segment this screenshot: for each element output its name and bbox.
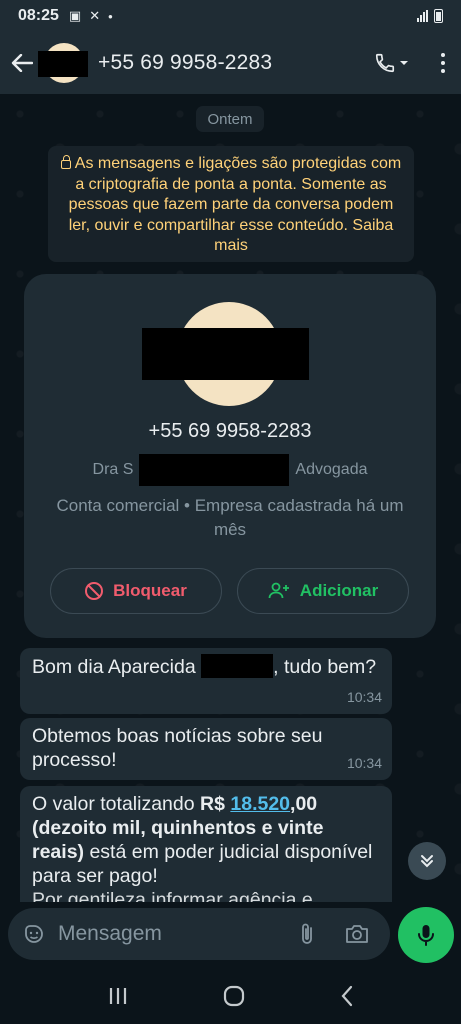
message-text: O valor totalizando — [32, 793, 201, 815]
composer-bar: Mensagem — [0, 902, 461, 968]
message-time: 10:34 — [346, 689, 382, 705]
status-bar: 08:25 ▣ ✕ • — [0, 0, 461, 32]
scroll-to-bottom-button[interactable] — [408, 842, 446, 880]
phone-icon — [375, 53, 395, 73]
recents-icon[interactable] — [107, 986, 129, 1006]
back-icon[interactable] — [339, 985, 355, 1007]
back-arrow-icon[interactable] — [10, 51, 34, 75]
system-navigation-bar — [0, 968, 461, 1024]
message-placeholder: Mensagem — [58, 922, 162, 945]
encryption-notice[interactable]: As mensagens e ligações são protegidas c… — [48, 146, 414, 262]
block-label: Bloquear — [113, 581, 187, 600]
more-options-icon[interactable] — [435, 49, 451, 77]
message-bold-text: ,00 — [290, 793, 318, 815]
redaction-box — [201, 654, 274, 678]
missed-call-icon: ✕ — [89, 8, 101, 23]
message-text: Bom dia Aparecida — [32, 656, 196, 678]
role-prefix: Dra S — [92, 461, 134, 478]
chevron-down-icon — [400, 61, 408, 65]
message-text: , tudo bem? — [273, 656, 377, 678]
redaction-box — [142, 328, 309, 380]
attach-icon[interactable] — [298, 922, 316, 946]
signal-icon — [417, 10, 428, 22]
battery-icon — [434, 9, 443, 23]
notification-icons: ▣ ✕ • — [69, 8, 113, 24]
mic-icon — [418, 925, 434, 946]
image-icon: ▣ — [68, 8, 82, 23]
message-bubble[interactable]: Bom dia Aparecida , tudo bem? 10:34 — [20, 648, 392, 714]
role-suffix: Advogada — [295, 461, 368, 478]
redaction-box — [38, 51, 88, 77]
avatar[interactable] — [38, 43, 88, 83]
add-person-icon — [268, 582, 289, 599]
chat-area[interactable]: Ontem As mensagens e ligações são proteg… — [0, 94, 461, 902]
block-icon — [85, 582, 104, 600]
contact-title[interactable]: +55 69 9958-2283 — [98, 51, 272, 75]
block-button[interactable]: Bloquear — [50, 568, 222, 614]
add-label: Adicionar — [299, 581, 379, 600]
message-input[interactable]: Mensagem — [8, 908, 390, 960]
contact-info-card: +55 69 9958-2283 Dra S Advogada Conta co… — [24, 274, 436, 638]
message-text: Obtemos boas notícias sobre seu processo… — [32, 725, 323, 771]
home-icon[interactable] — [222, 984, 246, 1008]
system-icons — [417, 9, 443, 23]
message-text: está em poder judicial disponível para s… — [32, 841, 373, 887]
date-chip: Ontem — [196, 106, 264, 132]
contact-phone: +55 69 9958-2283 — [148, 420, 312, 442]
mic-button[interactable] — [398, 907, 454, 963]
business-description: Conta comercial • Empresa cadastrada há … — [56, 496, 404, 539]
redaction-box — [139, 454, 290, 486]
call-menu-button[interactable] — [374, 52, 409, 74]
dot-icon: • — [108, 8, 113, 24]
status-time: 08:25 — [18, 7, 59, 24]
message-bubble[interactable]: O valor totalizando R$ 18.520,00 (dezoit… — [20, 786, 392, 902]
lock-icon — [60, 155, 71, 169]
message-bubble[interactable]: Obtemos boas notícias sobre seu processo… — [20, 718, 392, 780]
message-bold-text: R$ — [200, 793, 231, 815]
add-contact-button[interactable]: Adicionar — [237, 568, 409, 614]
message-link[interactable]: 18.520 — [230, 793, 290, 815]
chat-header: +55 69 9958-2283 — [0, 32, 461, 94]
sticker-icon — [25, 925, 43, 943]
message-time: 10:34 — [346, 755, 382, 771]
contact-role: Dra S Advogada — [24, 454, 436, 486]
double-chevron-down-icon — [421, 855, 433, 868]
message-text: Por gentileza informar agência e — [32, 889, 313, 902]
encryption-notice-text: As mensagens e ligações são protegidas c… — [68, 155, 402, 254]
camera-icon[interactable] — [344, 923, 370, 945]
